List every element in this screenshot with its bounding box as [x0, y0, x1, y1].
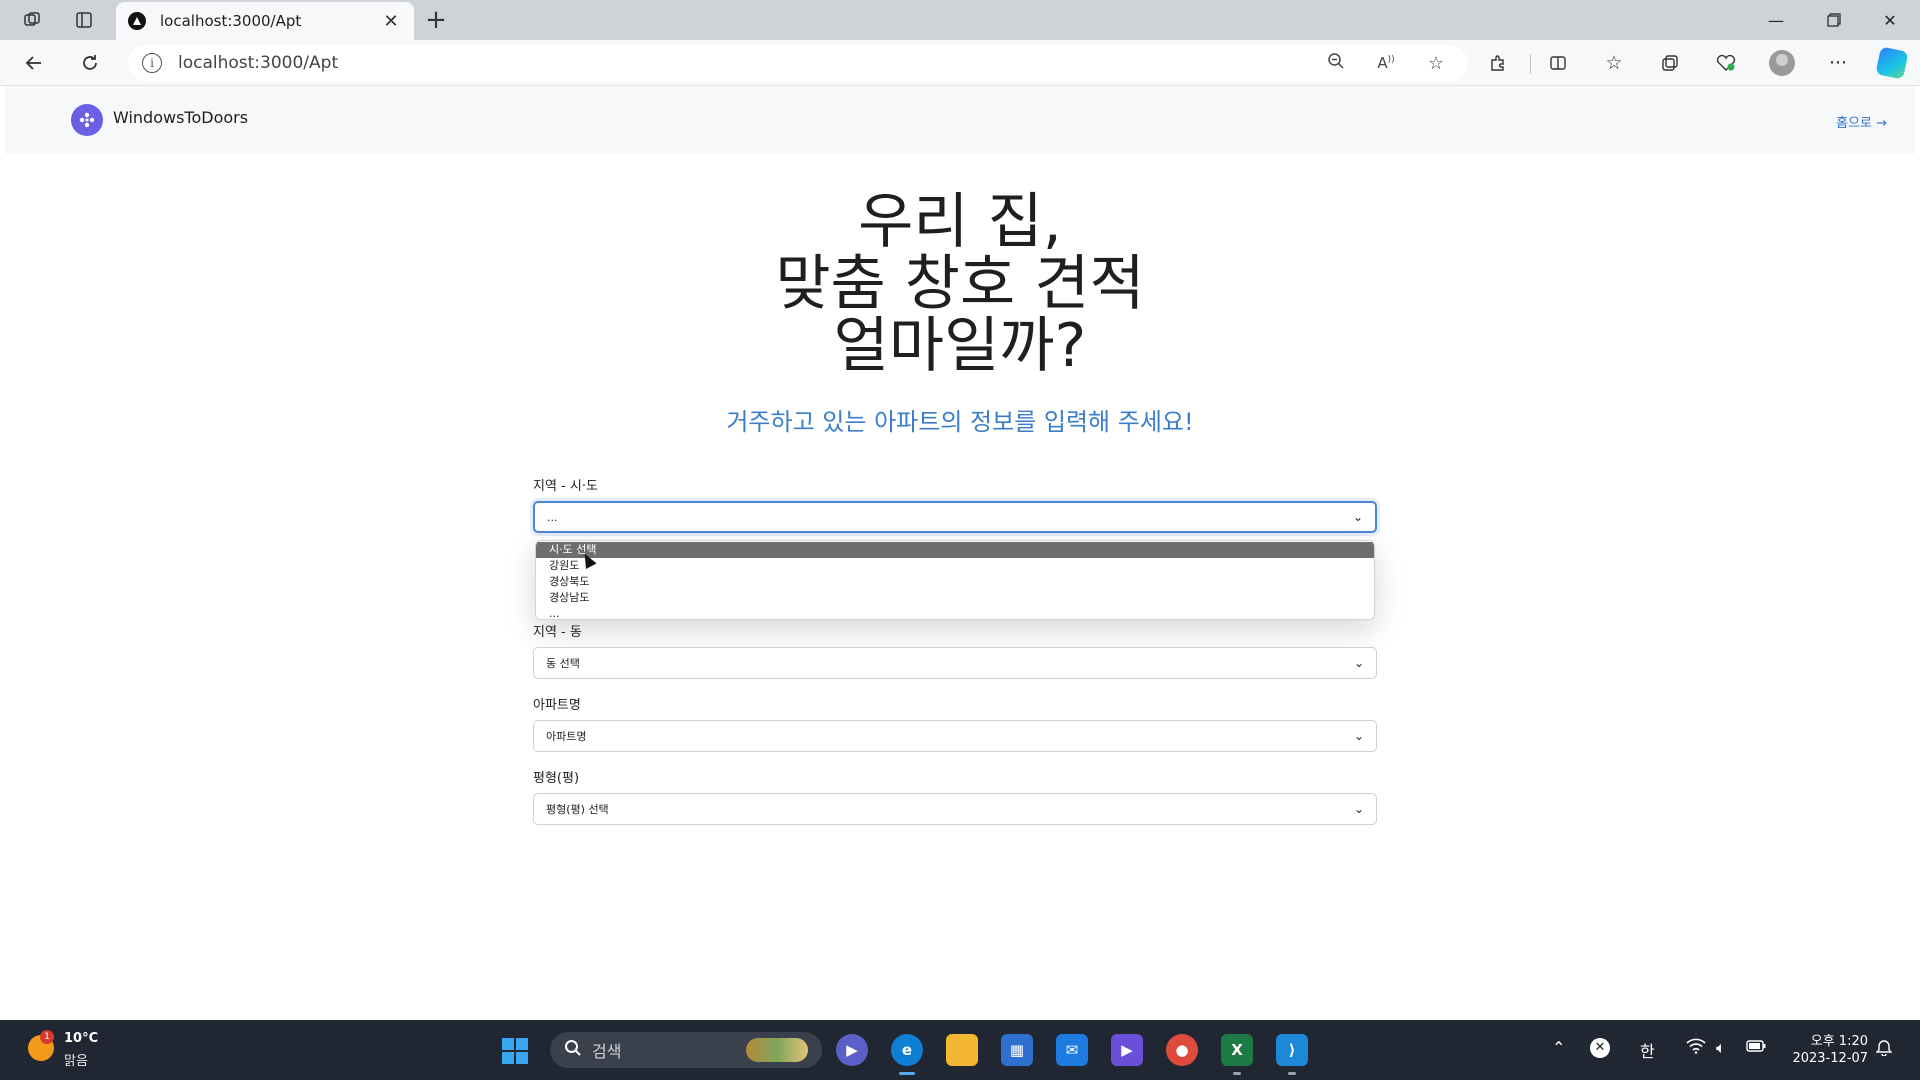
close-window-icon[interactable]: ✕	[1862, 0, 1918, 40]
brand-logo-icon[interactable]	[71, 104, 103, 136]
security-status-icon[interactable]: ✕	[1590, 1038, 1610, 1058]
address-bar[interactable]: i localhost:3000/Apt A)) ☆	[128, 45, 1468, 81]
mail-icon[interactable]: ✉	[1056, 1034, 1088, 1066]
clipchamp-icon[interactable]: ▶	[1111, 1034, 1143, 1066]
toolbar-divider	[1530, 54, 1531, 74]
search-highlight-image	[746, 1038, 808, 1062]
dong-label: 지역 - 동	[533, 625, 582, 640]
edge-browser-icon[interactable]: e	[891, 1034, 923, 1066]
new-tab-icon[interactable]: +	[418, 2, 454, 38]
dropdown-option[interactable]: 경상북도	[536, 574, 1374, 590]
favorites-icon[interactable]: ☆	[1594, 45, 1634, 81]
dropdown-option[interactable]: 시·도 선택	[536, 542, 1374, 558]
vscode-icon[interactable]: ⟩	[1276, 1034, 1308, 1066]
chevron-down-icon: ⌄	[1353, 656, 1364, 670]
wifi-icon[interactable]	[1686, 1038, 1706, 1058]
active-app-indicator	[899, 1072, 915, 1075]
address-toolbar: i localhost:3000/Apt A)) ☆ ☆ ···	[0, 40, 1920, 86]
read-aloud-icon[interactable]: A))	[1368, 54, 1404, 72]
browser-tab-strip: localhost:3000/Apt ✕ + — ✕	[0, 0, 1920, 40]
home-link[interactable]: 홈으로 →	[1836, 112, 1887, 131]
start-button-icon[interactable]	[502, 1038, 528, 1064]
info-icon[interactable]: i	[142, 53, 162, 73]
apt-select-value: 아파트명	[546, 730, 587, 743]
extensions-icon[interactable]	[1478, 45, 1518, 81]
taskbar-search-placeholder: 검색	[592, 1042, 622, 1061]
tab-actions-icon[interactable]	[66, 2, 102, 38]
hero-title: 우리 집, 맞춤 창호 견적 얼마일까?	[5, 191, 1915, 377]
back-icon[interactable]	[16, 45, 52, 81]
hero-line-2: 맞춤 창호 견적	[775, 249, 1145, 319]
dropdown-option[interactable]: 경상남도	[536, 590, 1374, 606]
microsoft-store-icon[interactable]: ▦	[1001, 1034, 1033, 1066]
battery-icon[interactable]	[1746, 1038, 1766, 1057]
running-app-indicator	[1288, 1072, 1296, 1075]
hero-line-3: 얼마일까?	[833, 311, 1087, 381]
taskbar-search[interactable]: 검색	[550, 1032, 822, 1068]
sido-select[interactable]: ... ⌄	[533, 501, 1377, 533]
dropdown-option[interactable]: ...	[536, 606, 1374, 619]
chevron-down-icon: ⌄	[1352, 510, 1363, 524]
browser-essentials-icon[interactable]	[1706, 45, 1746, 81]
hero-line-1: 우리 집,	[858, 187, 1062, 257]
refresh-icon[interactable]	[72, 45, 108, 81]
url-text[interactable]: localhost:3000/Apt	[178, 53, 1304, 73]
site-header: WindowsToDoors 홈으로 →	[5, 86, 1915, 154]
sido-label: 지역 - 시·도	[533, 479, 598, 494]
collections-icon[interactable]	[1650, 45, 1690, 81]
tab-favicon-icon	[128, 12, 146, 30]
tab-title: localhost:3000/Apt	[160, 12, 302, 30]
weather-description[interactable]: 맑음	[64, 1050, 88, 1069]
profile-icon[interactable]	[1762, 45, 1802, 81]
copilot-icon[interactable]	[1872, 45, 1912, 81]
restore-icon[interactable]	[1806, 0, 1862, 40]
size-select-value: 평형(평) 선택	[546, 803, 609, 816]
ime-indicator[interactable]: 한	[1640, 1038, 1655, 1062]
chevron-down-icon: ⌄	[1353, 802, 1364, 816]
split-screen-icon[interactable]	[1538, 45, 1578, 81]
sido-dropdown-list[interactable]: 시·도 선택 강원도 경상북도 경상남도 ...	[535, 540, 1375, 620]
dong-select-value: 동 선택	[546, 657, 580, 670]
active-tab[interactable]: localhost:3000/Apt ✕	[116, 2, 414, 40]
chevron-down-icon: ⌄	[1353, 729, 1364, 743]
notification-bell-icon[interactable]	[1875, 1038, 1893, 1060]
apt-label: 아파트명	[533, 698, 581, 713]
more-icon[interactable]: ···	[1818, 45, 1858, 81]
size-select[interactable]: 평형(평) 선택 ⌄	[533, 793, 1377, 825]
chrome-icon[interactable]: ●	[1166, 1034, 1198, 1066]
weather-temperature[interactable]: 10°C	[64, 1031, 98, 1046]
volume-icon[interactable]: 🔈︎	[1716, 1038, 1726, 1058]
size-label: 평형(평)	[533, 771, 580, 786]
favorite-star-icon[interactable]: ☆	[1418, 53, 1454, 74]
sido-select-value: ...	[547, 510, 558, 524]
zoom-icon[interactable]	[1318, 52, 1354, 75]
show-hidden-icons-icon[interactable]: ⌃	[1552, 1038, 1565, 1057]
weather-badge: 1	[40, 1030, 54, 1044]
minimize-icon[interactable]: —	[1748, 0, 1804, 40]
apt-select[interactable]: 아파트명 ⌄	[533, 720, 1377, 752]
search-icon	[564, 1039, 582, 1062]
clock-date[interactable]: 2023-12-07	[1778, 1051, 1868, 1066]
file-explorer-icon[interactable]	[946, 1034, 978, 1066]
hero-subtitle: 거주하고 있는 아파트의 정보를 입력해 주세요!	[726, 408, 1194, 436]
teams-chat-icon[interactable]: ▶	[836, 1034, 868, 1066]
tab-close-icon[interactable]: ✕	[380, 11, 402, 32]
brand-name[interactable]: WindowsToDoors	[113, 108, 248, 127]
excel-icon[interactable]: X	[1221, 1034, 1253, 1066]
dong-select[interactable]: 동 선택 ⌄	[533, 647, 1377, 679]
workspaces-icon[interactable]	[14, 2, 50, 38]
windows-taskbar: 1 10°C 맑음 검색 ▶ e ▦ ✉ ▶ ● X ⟩ ⌃ ✕ 한 🔈︎ 오후…	[0, 1020, 1920, 1080]
clock-time[interactable]: 오후 1:20	[1788, 1030, 1868, 1049]
dropdown-option[interactable]: 강원도	[536, 558, 1374, 574]
running-app-indicator	[1233, 1072, 1241, 1075]
